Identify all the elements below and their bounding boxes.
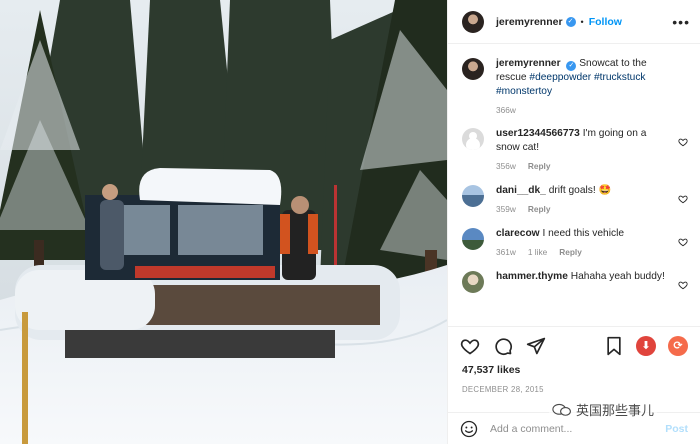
heart-icon[interactable] <box>678 137 688 147</box>
watermark: 英国那些事儿 <box>549 399 658 420</box>
caption-row: jeremyrenner ✓ Snowcat to the rescue #de… <box>462 57 690 115</box>
verified-badge-icon: ✓ <box>566 61 577 71</box>
comment-username[interactable]: hammer.thyme <box>496 271 568 282</box>
caption-time: 366w <box>496 105 516 115</box>
heart-icon[interactable] <box>678 280 688 290</box>
paper-plane-icon[interactable] <box>526 336 546 356</box>
bookmark-icon[interactable] <box>604 336 624 356</box>
post-date: DECEMBER 28, 2015 <box>462 385 544 394</box>
snowcat-photo <box>0 0 447 444</box>
download-icon[interactable]: ⬇ <box>636 335 656 356</box>
comment-row: dani__dk_ drift goals! 🤩 359w Reply <box>462 184 690 214</box>
owner-avatar[interactable] <box>462 10 484 33</box>
heart-icon[interactable] <box>678 237 688 247</box>
wechat-icon <box>552 403 571 416</box>
like-count[interactable]: 47,537 likes <box>462 364 520 376</box>
comment-username[interactable]: dani__dk_ <box>496 185 546 196</box>
comment-icon[interactable] <box>493 336 513 356</box>
emoji-icon[interactable] <box>460 420 478 438</box>
comment-row: user12344566773 I'm going on a snow cat!… <box>462 127 690 171</box>
comment-like-count[interactable]: 1 like <box>528 247 547 257</box>
comments-list[interactable]: jeremyrenner ✓ Snowcat to the rescue #de… <box>448 45 700 325</box>
post-header: jeremyrenner ✓ • Follow ••• <box>448 0 700 44</box>
comment-time: 359w <box>496 204 516 214</box>
watermark-text: 英国那些事儿 <box>576 403 655 418</box>
verified-badge-icon: ✓ <box>565 16 576 27</box>
repost-icon[interactable]: ⟳ <box>668 335 688 356</box>
photo-avatar[interactable] <box>462 185 484 207</box>
heart-icon[interactable] <box>460 336 480 356</box>
follow-button[interactable]: Follow <box>589 16 622 28</box>
caption-avatar[interactable] <box>462 58 484 80</box>
comment-time: 356w <box>496 161 516 171</box>
default-avatar[interactable] <box>462 128 484 150</box>
comment-text: drift goals! 🤩 <box>548 185 612 196</box>
comment-input[interactable] <box>490 422 640 435</box>
heart-icon[interactable] <box>678 194 688 204</box>
header-separator: • <box>580 16 584 27</box>
comment-row: hammer.thyme Hahaha yeah buddy! <box>462 270 690 293</box>
comment-row: clarecow I need this vehicle 361w 1 like R… <box>462 227 690 257</box>
comment-text: Hahaha yeah buddy! <box>570 271 665 282</box>
photo-avatar[interactable] <box>462 228 484 250</box>
post-comment-button[interactable]: Post <box>665 423 688 435</box>
post-photo[interactable] <box>0 0 447 444</box>
owner-username[interactable]: jeremyrenner <box>496 16 563 28</box>
post-side-panel: jeremyrenner ✓ • Follow ••• jeremyrenner… <box>447 0 700 444</box>
comment-text: I need this vehicle <box>542 228 625 239</box>
comment-username[interactable]: user12344566773 <box>496 128 580 139</box>
caption-username[interactable]: jeremyrenner <box>496 58 561 69</box>
action-bar: ⬇ ⟳ <box>448 326 700 364</box>
reply-button[interactable]: Reply <box>559 247 582 257</box>
photo-avatar[interactable] <box>462 271 484 293</box>
reply-button[interactable]: Reply <box>528 204 551 214</box>
comment-time: 361w <box>496 247 516 257</box>
more-options-icon[interactable]: ••• <box>672 14 690 30</box>
reply-button[interactable]: Reply <box>528 161 551 171</box>
comment-username[interactable]: clarecow <box>496 228 540 239</box>
